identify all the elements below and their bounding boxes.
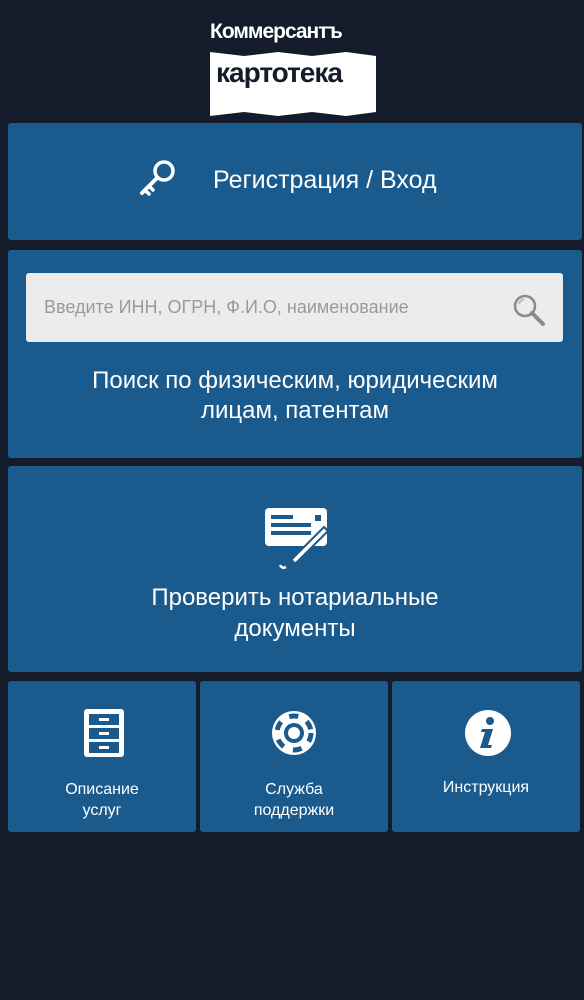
instructions-label: Инструкция [392, 777, 580, 798]
services-description-button[interactable]: Описание услуг [8, 681, 196, 832]
lifebuoy-icon [272, 711, 316, 755]
app-logo: Коммерсантъ картотека [208, 20, 380, 116]
document-pen-icon [265, 508, 330, 569]
key-icon [140, 160, 175, 196]
support-label-line2: поддержки [253, 802, 335, 819]
info-icon [465, 710, 511, 756]
search-input[interactable] [44, 273, 504, 342]
search-icon[interactable] [512, 293, 546, 327]
support-service-button[interactable]: Служба поддержки [200, 681, 388, 832]
login-label: Регистрация / Вход [213, 166, 437, 194]
services-label-line2: услуг [82, 802, 122, 819]
notary-label-line1: Проверить нотариальные [151, 584, 439, 611]
check-notary-documents-label: Проверить нотариальные документы [8, 582, 582, 644]
notary-label-line2: документы [234, 615, 356, 642]
support-label-line1: Служба [265, 781, 323, 798]
instructions-button[interactable]: Инструкция [392, 681, 580, 832]
file-cabinet-icon [84, 709, 124, 757]
search-caption[interactable]: Поиск по физическим, юридическим лицам, … [8, 366, 582, 426]
services-description-label: Описание услуг [8, 779, 196, 821]
search-box[interactable] [26, 273, 563, 342]
search-caption-line2: лицам, патентам [200, 397, 390, 424]
support-service-label: Служба поддержки [200, 779, 388, 821]
search-caption-line1: Поиск по физическим, юридическим [92, 367, 498, 394]
logo-top-word: Коммерсантъ [210, 20, 343, 43]
instructions-label-line1: Инструкция [442, 779, 530, 796]
logo-bottom-word: картотека [216, 57, 343, 88]
logo-cards: картотека [210, 50, 376, 116]
services-label-line1: Описание [65, 781, 139, 798]
